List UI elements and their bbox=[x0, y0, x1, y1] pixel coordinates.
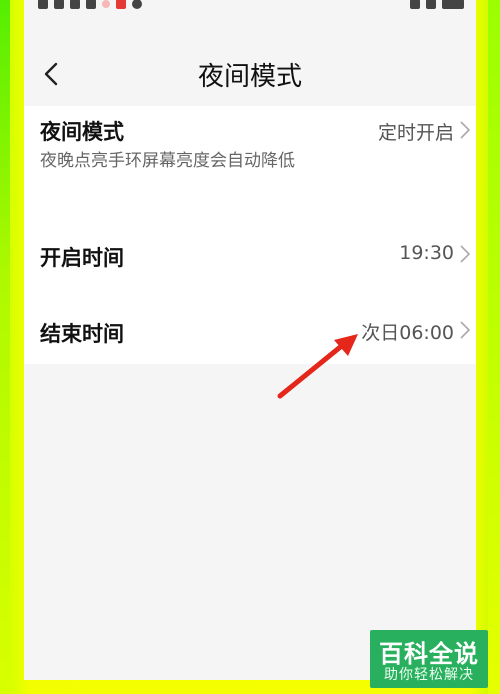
notification-icon bbox=[102, 0, 110, 8]
chevron-right-icon bbox=[460, 245, 471, 263]
app-notification-icon bbox=[116, 0, 126, 9]
battery-icon bbox=[442, 0, 464, 9]
row-value: 定时开启 bbox=[377, 122, 454, 144]
settings-row-start-time[interactable]: 开启时间 19:30 bbox=[24, 212, 476, 288]
page-title: 夜间模式 bbox=[197, 62, 302, 92]
wifi-icon bbox=[426, 0, 436, 9]
annotation-arrow-icon bbox=[277, 334, 358, 399]
settings-row-night-mode[interactable]: 夜间模式 夜晚点亮手环屏幕亮度会自动降低 定时开启 bbox=[24, 106, 476, 212]
row-value: 次日06:00 bbox=[361, 322, 454, 344]
status-icons-right bbox=[410, 0, 464, 14]
notification-icon bbox=[86, 0, 96, 9]
chevron-right-icon bbox=[460, 121, 471, 139]
row-description: 夜晚点亮手环屏幕亮度会自动降低 bbox=[40, 151, 295, 171]
notification-icon bbox=[132, 0, 142, 9]
notification-icon bbox=[38, 0, 48, 9]
signal-icon bbox=[410, 0, 420, 9]
status-bar bbox=[24, 0, 476, 28]
watermark-subtitle: 助你轻松解决 bbox=[384, 667, 474, 683]
navigation-bar: 夜间模式 bbox=[24, 42, 476, 106]
status-icons-left bbox=[38, 0, 142, 14]
watermark-logo: 百科全说 助你轻松解决 bbox=[370, 630, 488, 688]
notification-icon bbox=[70, 0, 80, 9]
row-title: 结束时间 bbox=[40, 322, 124, 346]
settings-row-end-time[interactable]: 结束时间 次日06:00 bbox=[24, 288, 476, 364]
row-title: 开启时间 bbox=[40, 246, 124, 270]
row-title: 夜间模式 bbox=[40, 120, 124, 144]
phone-screen: 夜间模式 夜间模式 夜晚点亮手环屏幕亮度会自动降低 定时开启 开启时间 19:3… bbox=[24, 0, 476, 680]
chevron-right-icon bbox=[460, 321, 471, 339]
notification-icon bbox=[54, 0, 64, 9]
row-value: 19:30 bbox=[399, 242, 454, 264]
